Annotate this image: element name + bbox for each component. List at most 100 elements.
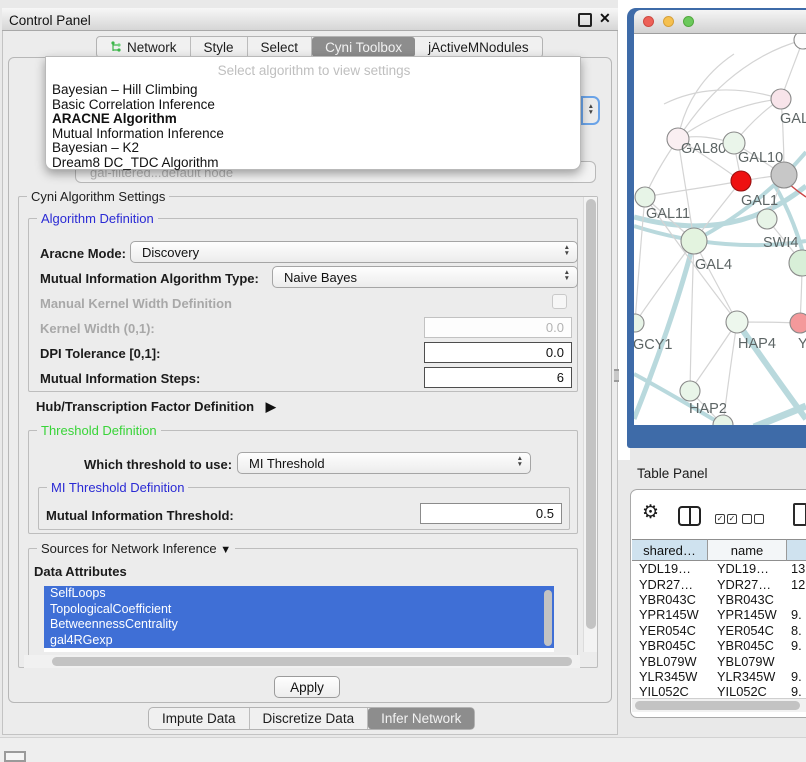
network-node-y[interactable] — [790, 313, 806, 333]
network-window-titlebar[interactable] — [634, 10, 806, 34]
bottom-tabbar: Impute Data Discretize Data Infer Networ… — [148, 707, 475, 730]
column-header-partial[interactable] — [787, 539, 806, 561]
tab-style[interactable]: Style — [191, 37, 248, 57]
group-title: MI Threshold Definition — [47, 480, 188, 495]
hub-definition-toggle[interactable]: Hub/Transcription Factor Definition ▶ — [36, 399, 276, 415]
network-node[interactable] — [789, 250, 806, 276]
dpi-tolerance-field[interactable]: 0.0 — [424, 342, 572, 363]
network-node-swi4[interactable] — [757, 209, 777, 229]
kernel-width-field[interactable]: 0.0 — [424, 317, 572, 338]
mi-algorithm-type-label: Mutual Information Algorithm Type: — [40, 271, 259, 286]
selected-value: MI Threshold — [249, 456, 325, 471]
control-panel-titlebar[interactable] — [2, 8, 618, 31]
dropdown-item[interactable]: Mutual Information Inference — [52, 127, 574, 142]
table-row[interactable]: YLR345WYLR345W9. — [632, 669, 806, 684]
column-header-shared[interactable]: shared… — [632, 539, 708, 561]
select-all-checkbox-icon[interactable]: ✓ — [715, 514, 725, 524]
new-table-icon[interactable] — [793, 503, 806, 526]
network-tab-icon — [110, 41, 122, 53]
network-node-hap2[interactable] — [680, 381, 700, 401]
zoom-traffic-light[interactable] — [683, 16, 694, 27]
network-node-gal4[interactable] — [681, 228, 707, 254]
dropdown-item[interactable]: Bayesian – K2 — [52, 141, 574, 156]
column-header-name[interactable]: name — [708, 539, 787, 561]
list-item[interactable]: SelfLoops — [44, 586, 554, 602]
list-item[interactable]: BetweennessCentrality — [44, 617, 554, 633]
network-node-gcy1[interactable] — [634, 314, 644, 332]
table-row[interactable]: YIL052CYIL052C9. — [632, 684, 806, 697]
group-title: Cyni Algorithm Settings — [27, 189, 169, 204]
table-row[interactable]: YDL19…YDL19…13 — [632, 561, 806, 576]
network-node[interactable] — [771, 162, 797, 188]
settings-horizontal-scrollbar[interactable] — [24, 655, 580, 668]
table-horizontal-scrollbar[interactable] — [632, 698, 806, 712]
tab-cyni-toolbox[interactable]: Cyni Toolbox — [312, 37, 415, 57]
dropdown-item[interactable]: Basic Correlation Inference — [52, 98, 574, 113]
dropdown-item-selected[interactable]: ARACNE Algorithm — [52, 112, 574, 127]
scrollbar-thumb[interactable] — [52, 657, 572, 666]
data-attributes-list[interactable]: SelfLoops TopologicalCoefficient Between… — [44, 586, 554, 652]
manual-kernel-width-checkbox[interactable] — [552, 294, 567, 309]
close-icon[interactable]: ✕ — [599, 10, 611, 27]
scrollbar-thumb[interactable] — [586, 199, 596, 629]
network-node-label: HAP2 — [689, 401, 727, 417]
close-traffic-light[interactable] — [643, 16, 654, 27]
minimize-traffic-light[interactable] — [663, 16, 674, 27]
aracne-mode-label: Aracne Mode: — [40, 246, 126, 261]
select-all-checkbox-icon[interactable]: ✓ — [727, 514, 737, 524]
table-row[interactable]: YPR145WYPR145W9. — [632, 607, 806, 622]
tab-network[interactable]: Network — [97, 37, 191, 57]
tab-infer-network[interactable]: Infer Network — [368, 708, 474, 729]
network-node-gal[interactable] — [771, 89, 791, 109]
group-title[interactable]: Sources for Network Inference ▼ — [37, 541, 235, 556]
group-title: Algorithm Definition — [37, 211, 158, 226]
tab-select[interactable]: Select — [248, 37, 313, 57]
list-item[interactable]: gal4RGexp — [44, 633, 554, 649]
tab-impute-data[interactable]: Impute Data — [149, 708, 250, 729]
table-row[interactable]: YBL079WYBL079W — [632, 653, 806, 668]
mi-algorithm-type-select[interactable]: Naive Bayes ▲▼ — [272, 266, 578, 288]
tab-discretize-data[interactable]: Discretize Data — [250, 708, 369, 729]
tab-jactivemnodules[interactable]: jActiveMNodules — [415, 37, 542, 57]
bottom-left-partial-icon[interactable] — [4, 751, 26, 762]
aracne-mode-select[interactable]: Discovery ▲▼ — [130, 241, 578, 263]
table-settings-gear-icon[interactable]: ⚙ — [642, 501, 659, 524]
list-item[interactable]: TopologicalCoefficient — [44, 602, 554, 618]
data-attributes-label: Data Attributes — [34, 564, 127, 579]
bottom-strip — [0, 738, 806, 762]
dropdown-items: Bayesian – Hill Climbing Basic Correlati… — [52, 83, 574, 171]
mi-threshold-field[interactable]: 0.5 — [420, 503, 562, 524]
network-node-label: GAL11 — [646, 206, 690, 222]
network-node-hap4[interactable] — [726, 311, 748, 333]
expand-arrow-icon: ▶ — [266, 399, 276, 414]
network-node-gal11[interactable] — [635, 187, 655, 207]
tab-label: Select — [261, 40, 299, 55]
mi-steps-field[interactable]: 6 — [424, 367, 572, 388]
column-layout-icon[interactable] — [678, 506, 701, 526]
which-threshold-label: Which threshold to use: — [84, 457, 232, 472]
network-node-label: GAL — [780, 111, 806, 127]
float-window-icon[interactable] — [578, 13, 592, 27]
settings-vertical-scrollbar[interactable] — [583, 197, 597, 652]
dropdown-item[interactable]: Bayesian – Hill Climbing — [52, 83, 574, 98]
scrollbar-thumb[interactable] — [635, 701, 800, 710]
list-scrollbar[interactable] — [544, 590, 552, 646]
table-panel-title: Table Panel — [637, 466, 708, 481]
network-node[interactable] — [794, 34, 806, 49]
apply-button[interactable]: Apply — [274, 676, 340, 698]
which-threshold-select[interactable]: MI Threshold ▲▼ — [237, 452, 531, 474]
network-node-gal1[interactable] — [731, 171, 751, 191]
network-node-label: GAL1 — [741, 193, 778, 209]
deselect-all-checkbox-icon[interactable] — [742, 514, 752, 524]
table-row[interactable]: YDR27…YDR27…12 — [632, 576, 806, 591]
dropdown-item[interactable]: Dream8 DC_TDC Algorithm — [52, 156, 574, 171]
dpi-tolerance-label: DPI Tolerance [0,1]: — [40, 346, 160, 361]
panel-splitter-handle[interactable] — [614, 369, 619, 382]
deselect-all-checkbox-icon[interactable] — [754, 514, 764, 524]
table-row[interactable]: YBR043CYBR043C — [632, 592, 806, 607]
stepper-icon: ▲▼ — [588, 104, 594, 116]
network-canvas[interactable]: GALGAL80GAL10GAL1GAL11SWI4GAL4HAP4YGCY1H… — [634, 34, 806, 425]
tab-label: Network — [127, 40, 177, 55]
table-row[interactable]: YBR045CYBR045C9. — [632, 638, 806, 653]
table-row[interactable]: YER054CYER054C8. — [632, 623, 806, 638]
